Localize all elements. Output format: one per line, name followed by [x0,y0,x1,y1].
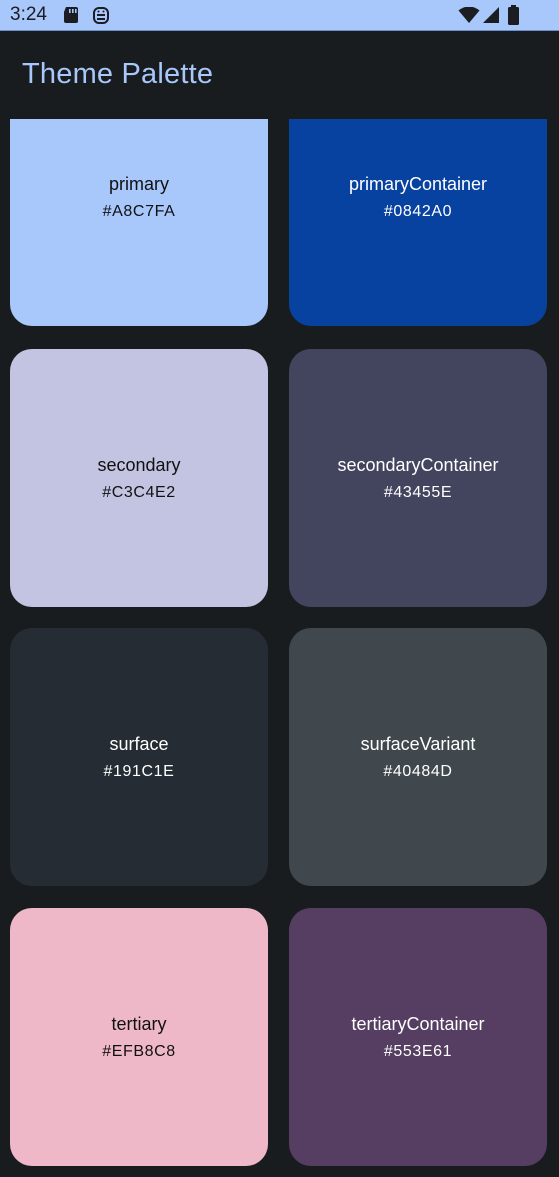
tile-hex: #191C1E [103,762,175,780]
tile-hex: #43455E [383,483,453,501]
color-tile-tertiary[interactable]: tertiary #EFB8C8 [10,908,268,1166]
wifi-icon [458,6,480,29]
tile-hex: #C3C4E2 [102,483,176,501]
tile-name: surfaceVariant [360,733,476,754]
app-bar: Theme Palette [0,31,559,119]
color-tile-secondary-container[interactable]: secondaryContainer #43455E [289,349,547,607]
sd-card-icon [63,6,79,29]
color-tile-tertiary-container[interactable]: tertiaryContainer #553E61 [289,908,547,1166]
tile-hex: #553E61 [383,1042,453,1060]
color-tile-surface[interactable]: surface #191C1E [10,628,268,886]
color-tile-primary-container[interactable]: primaryContainer #0842A0 [289,119,547,326]
color-tile-surface-variant[interactable]: surfaceVariant #40484D [289,628,547,886]
tile-name: secondaryContainer [337,454,499,475]
battery-icon [507,5,520,30]
android-debug-icon [92,6,110,30]
tile-hex: #0842A0 [383,202,453,220]
tile-name: secondary [97,454,181,475]
color-tile-secondary[interactable]: secondary #C3C4E2 [10,349,268,607]
tile-hex: #A8C7FA [102,202,176,220]
tile-name: primary [108,173,169,194]
status-bar: 3:24 [0,0,559,31]
status-time: 3:24 [10,4,47,25]
tile-name: tertiaryContainer [351,1013,485,1034]
palette-grid[interactable]: primary #A8C7FA primaryContainer #0842A0… [0,119,559,1177]
tile-hex: #EFB8C8 [102,1042,176,1060]
tile-name: tertiary [111,1013,167,1034]
signal-icon [482,7,500,29]
tile-name: surface [109,733,169,754]
color-tile-primary[interactable]: primary #A8C7FA [10,119,268,326]
tile-name: primaryContainer [348,173,488,194]
tile-hex: #40484D [383,762,453,780]
page-title: Theme Palette [22,58,214,90]
